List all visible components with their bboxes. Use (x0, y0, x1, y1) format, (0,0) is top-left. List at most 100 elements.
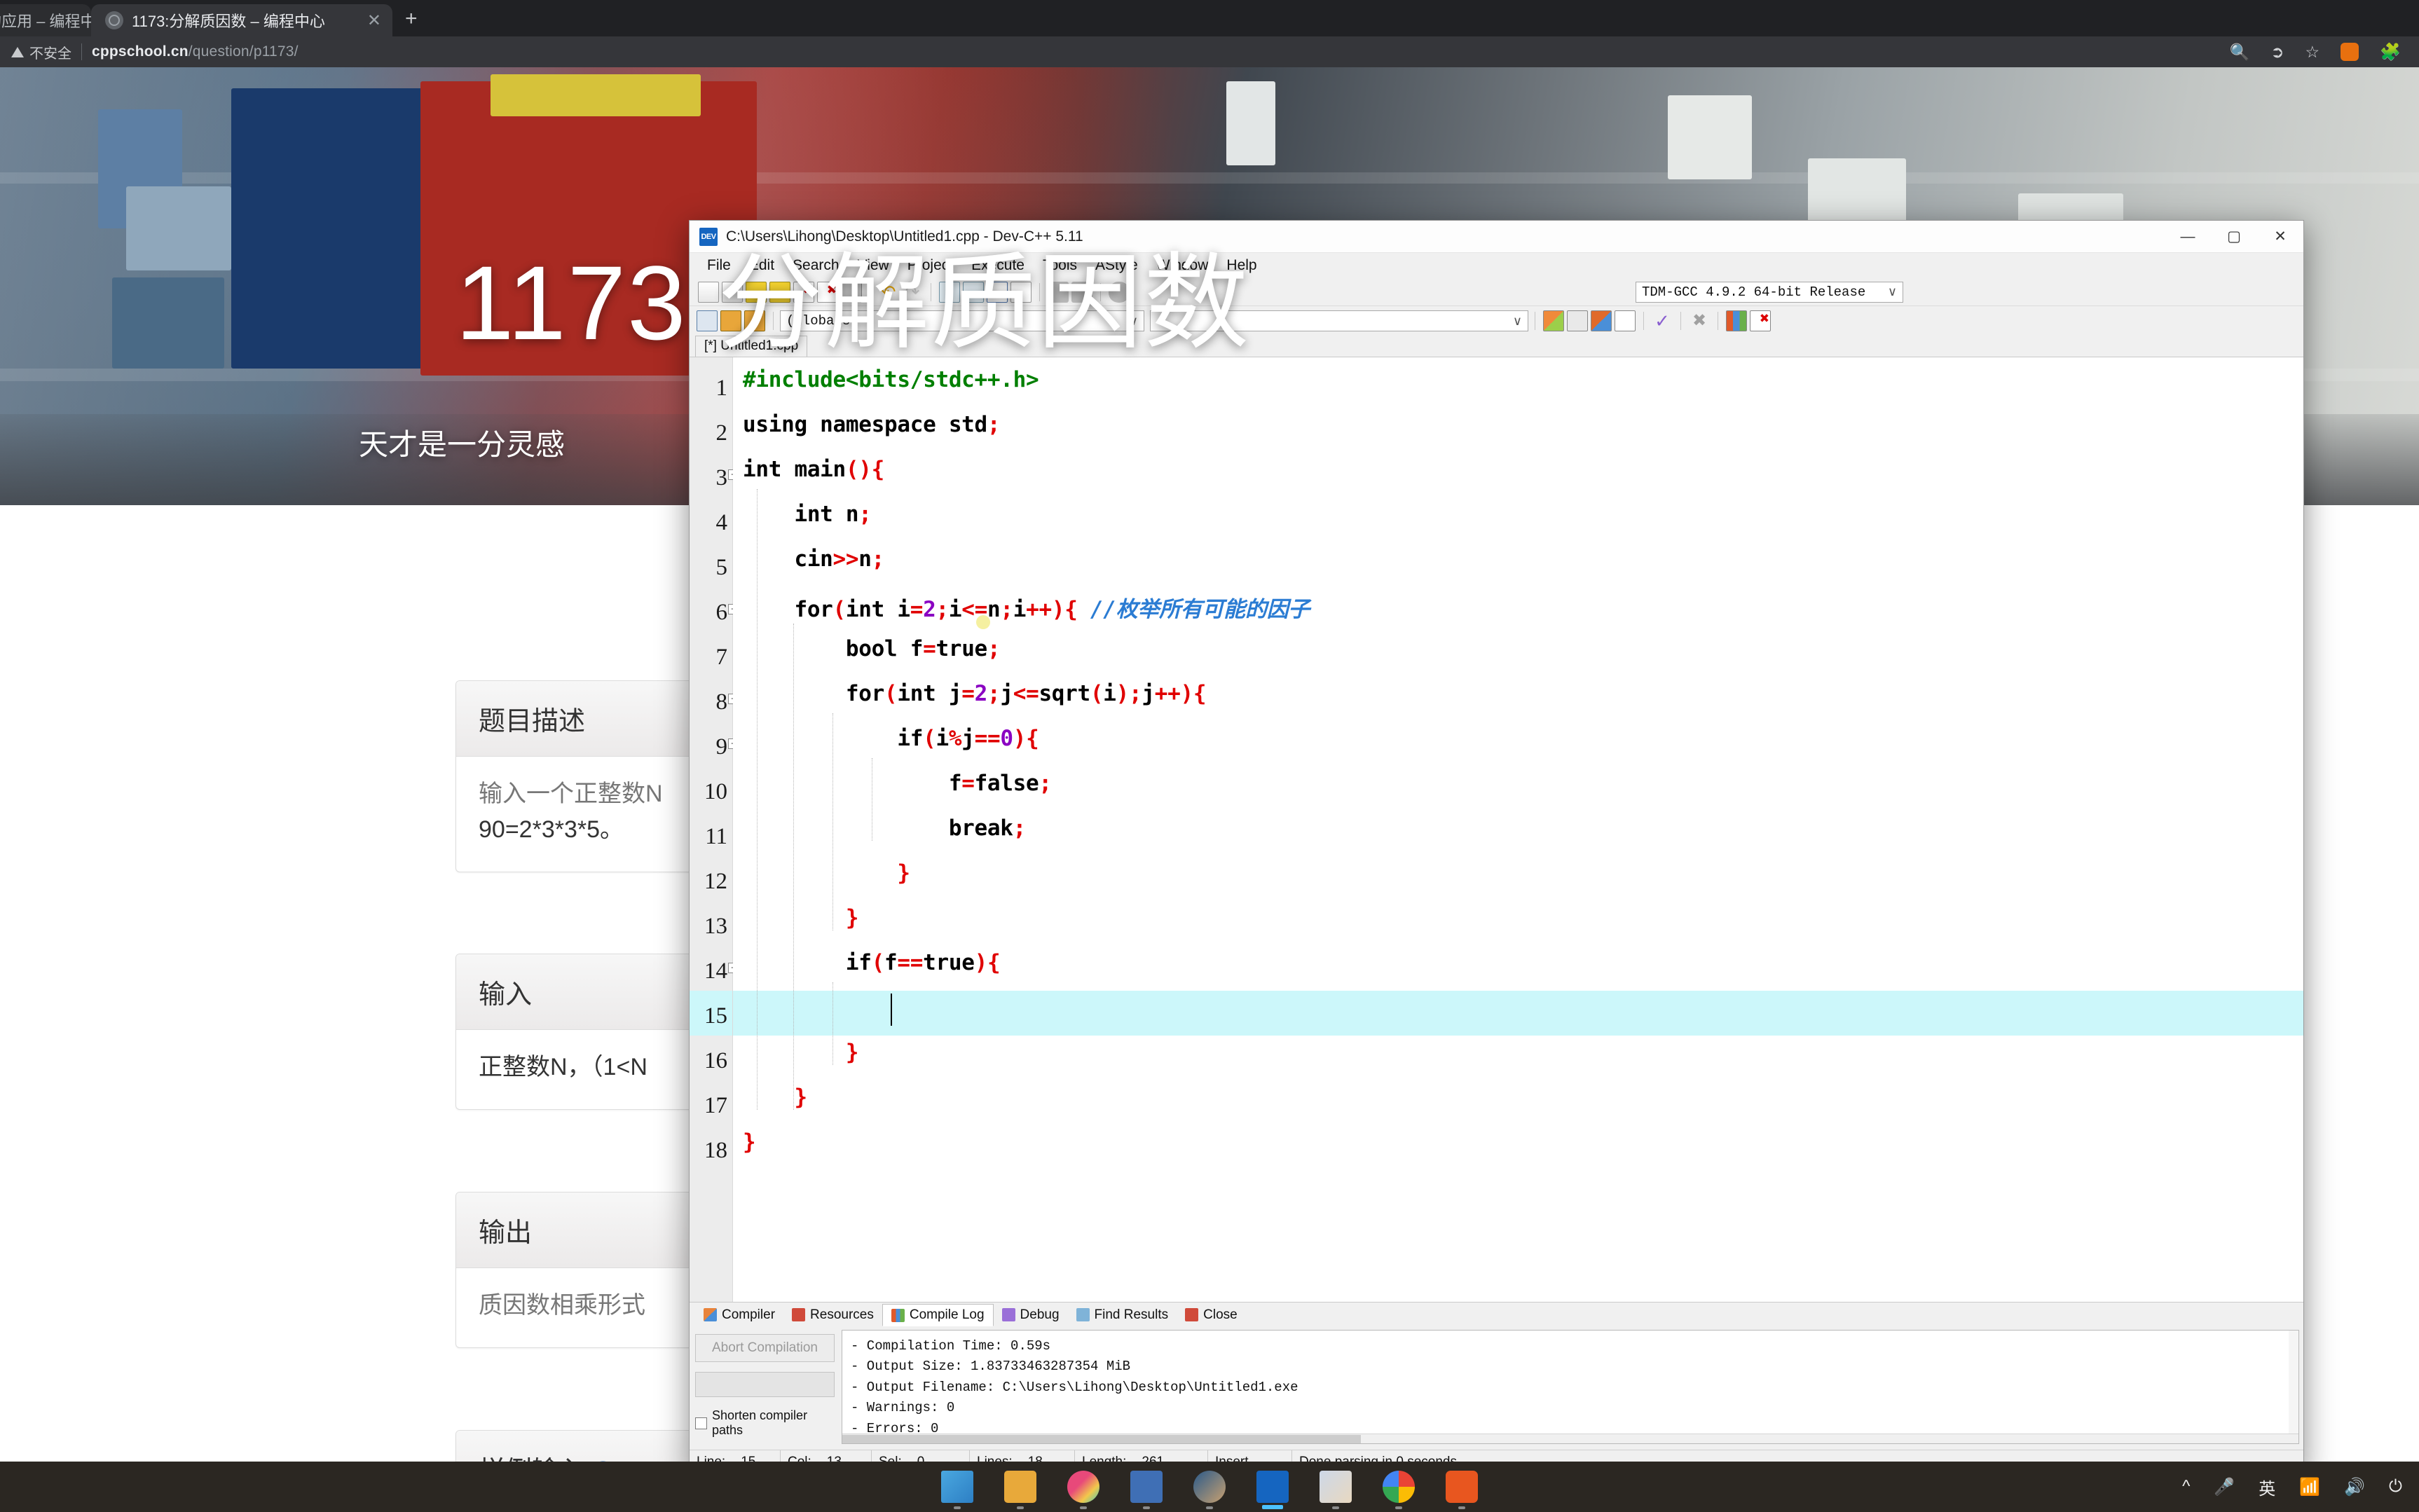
shorten-paths-checkbox[interactable] (695, 1417, 707, 1429)
firefox-extension-icon[interactable] (2341, 43, 2359, 61)
compile-log-output[interactable]: - Compilation Time: 0.59s - Output Size: … (842, 1330, 2299, 1444)
tray-chevron-icon[interactable]: ^ (2182, 1477, 2190, 1497)
omnibox-actions: 🔍 ➲ ☆ 🧩 (2230, 42, 2408, 62)
tab-close-icon[interactable]: ✕ (355, 11, 381, 31)
code-line[interactable]: bool f=true; (743, 636, 1001, 661)
browser-tab-active[interactable]: 1173:分解质因数 – 编程中心 ✕ (91, 4, 392, 36)
code-line[interactable]: } (743, 1085, 807, 1110)
code-line[interactable]: for(int j=2;j<=sqrt(i);j++){ (743, 681, 1207, 706)
line-number: 2 (715, 420, 728, 446)
code-token-op: ) (1116, 681, 1130, 706)
taskbar-paint-icon[interactable] (1320, 1471, 1352, 1509)
taskbar-recording-icon[interactable] (1446, 1471, 1478, 1509)
code-token-kw: true (936, 636, 987, 661)
code-area[interactable]: #include<bits/stdc++.h> using namespace s… (733, 357, 2303, 1302)
log-tab-label: Find Results (1094, 1307, 1169, 1322)
compile-run-icon[interactable] (1591, 310, 1612, 331)
code-line[interactable]: for(int i=2;i<=n;i++){ //枚举所有可能的因子 (743, 591, 1310, 623)
code-token-op: ; (1039, 771, 1052, 796)
compile-icon[interactable] (1543, 310, 1564, 331)
run-icon[interactable] (1567, 310, 1588, 331)
code-line[interactable]: } (743, 860, 910, 886)
log-vertical-scrollbar[interactable] (2289, 1331, 2298, 1434)
log-tab-close[interactable]: Close (1177, 1305, 1246, 1326)
code-token-kw: i (936, 726, 949, 751)
code-token-kw: if (743, 950, 872, 975)
code-line[interactable]: using namespace std; (743, 412, 1001, 437)
extensions-puzzle-icon[interactable]: 🧩 (2380, 42, 2401, 62)
new-tab-button[interactable]: + (392, 7, 430, 36)
code-line[interactable]: #include<bits/stdc++.h> (743, 367, 1039, 392)
battery-icon[interactable]: ⏻ (2389, 1477, 2402, 1497)
shorten-paths-checkbox-row[interactable]: Shorten compiler paths (695, 1408, 835, 1438)
code-token-op: >> (832, 547, 859, 572)
security-warning[interactable]: 不安全 (11, 42, 71, 62)
code-line[interactable]: cin>>n; (743, 547, 884, 572)
taskbar-wps-office-icon[interactable] (1067, 1471, 1099, 1509)
log-tab-compile-log[interactable]: Compile Log (882, 1304, 994, 1326)
text-caret (891, 994, 893, 1026)
maximize-button[interactable]: ▢ (2211, 221, 2257, 253)
code-editor[interactable]: 123−456−78−9−1011121314−15161718 #includ… (690, 357, 2303, 1302)
log-tab-resources[interactable]: Resources (783, 1305, 882, 1326)
abort-compilation-button[interactable]: Abort Compilation (695, 1334, 835, 1362)
taskbar-media-player-icon[interactable] (1193, 1471, 1226, 1509)
code-line[interactable]: } (743, 1040, 859, 1065)
code-token-op: ){ (1180, 681, 1207, 706)
tab-title: 1173:分解质因数 – 编程中心 (132, 13, 325, 30)
code-token-op: ( (871, 950, 885, 975)
code-line[interactable]: } (743, 905, 859, 930)
browser-tab-inactive[interactable]: 构应用 – 编程中心 ✕ (0, 4, 146, 36)
code-line[interactable]: } (743, 1129, 756, 1155)
line-number: 5 (715, 555, 728, 580)
close-button[interactable]: ✕ (2257, 221, 2303, 253)
taskbar-running-indicator (1143, 1506, 1150, 1509)
code-line[interactable]: if(i%j==0){ (743, 726, 1039, 751)
log-tab-compiler[interactable]: Compiler (695, 1305, 783, 1326)
code-line[interactable]: break; (743, 816, 1027, 841)
code-line[interactable]: f=false; (743, 771, 1052, 796)
address-text[interactable]: cppschool.cn/question/p1173/ (92, 43, 299, 60)
taskbar-file-explorer-icon[interactable] (1004, 1471, 1036, 1509)
profile-analysis-icon[interactable] (1726, 310, 1747, 331)
taskbar-chrome-icon[interactable] (1383, 1471, 1415, 1509)
log-tab-find-results[interactable]: Find Results (1068, 1305, 1177, 1326)
bookmark-star-icon[interactable]: ☆ (2305, 43, 2319, 62)
code-line[interactable]: if(f==true){ (743, 950, 1001, 975)
code-token-kw: for (743, 681, 884, 706)
copy-link[interactable]: Copy (593, 1457, 655, 1462)
chevron-down-icon: ∨ (1512, 313, 1522, 328)
code-token-kw: using namespace std (743, 412, 987, 437)
delete-profile-icon[interactable]: ✖ (1750, 310, 1771, 331)
code-line[interactable]: int n; (743, 502, 872, 527)
taskbar-running-indicator (1458, 1506, 1465, 1509)
taskbar-devcpp-icon[interactable] (1256, 1471, 1289, 1509)
syntax-check-icon[interactable]: ✓ (1652, 310, 1673, 331)
taskbar-remote-desktop-icon[interactable] (1130, 1471, 1163, 1509)
minimize-button[interactable]: — (2165, 221, 2211, 253)
mic-icon[interactable]: 🎤 (2214, 1477, 2235, 1497)
rebuild-all-icon[interactable] (1615, 310, 1636, 331)
code-token-op: } (743, 860, 910, 886)
devcpp-window[interactable]: DEV C:\Users\Lihong\Desktop\Untitled1.cp… (689, 220, 2304, 1474)
url-path: /question/p1173/ (188, 43, 299, 60)
wifi-icon[interactable]: 📶 (2299, 1477, 2320, 1497)
code-token-kw: j (961, 726, 975, 751)
url-bar[interactable]: 不安全 cppschool.cn/question/p1173/ 🔍 ➲ ☆ 🧩 (0, 36, 2419, 67)
log-horizontal-scrollbar[interactable] (842, 1434, 2298, 1443)
log-scrollbar-thumb[interactable] (842, 1435, 1361, 1443)
zoom-icon[interactable]: 🔍 (2230, 43, 2250, 62)
code-token-op: } (743, 1085, 807, 1110)
code-line[interactable]: int main(){ (743, 457, 884, 482)
log-tab-debug[interactable]: Debug (994, 1305, 1068, 1326)
compiler-select[interactable]: TDM-GCC 4.9.2 64-bit Release ∨ (1636, 281, 1903, 303)
volume-icon[interactable]: 🔊 (2344, 1477, 2365, 1497)
line-number-gutter: 123−456−78−9−1011121314−15161718 (690, 357, 739, 1302)
taskbar-start-windows-icon[interactable] (941, 1471, 973, 1509)
stop-execution-icon[interactable]: ✖ (1689, 310, 1710, 331)
ime-indicator[interactable]: 英 (2259, 1475, 2275, 1499)
compiler-select-value: TDM-GCC 4.9.2 64-bit Release (1642, 284, 1866, 300)
code-token-op: ( (923, 726, 936, 751)
share-icon[interactable]: ➲ (2270, 43, 2284, 62)
code-token-op: ; (987, 681, 1001, 706)
